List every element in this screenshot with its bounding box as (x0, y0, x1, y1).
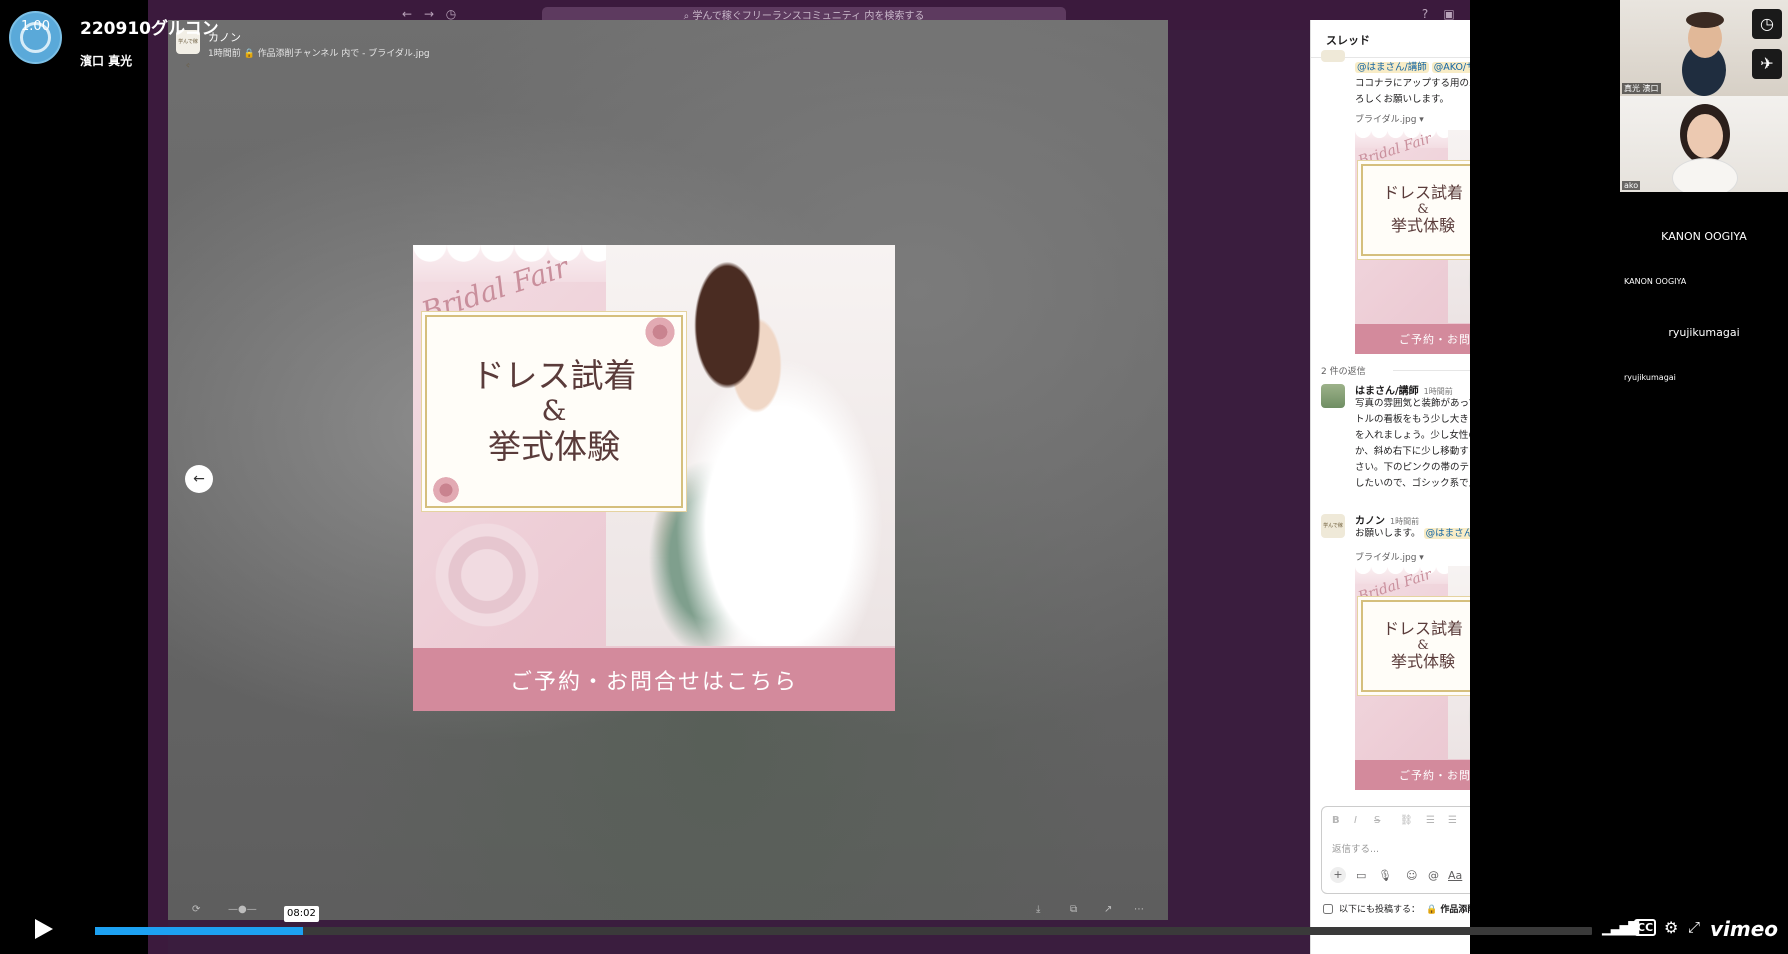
banner-line-3: 挙式体験 (1390, 216, 1455, 236)
link-icon[interactable]: ⛓ (1400, 815, 1413, 826)
banner-cta: ご予約・お問合せはこちら (1355, 759, 1470, 790)
file-name[interactable]: ブライダル.jpg ▾ (1355, 550, 1424, 563)
teacher-avatar[interactable] (1321, 384, 1345, 408)
send-icon[interactable]: ✈ (1752, 49, 1782, 79)
channel-avatar[interactable]: 1.00 (9, 11, 62, 64)
player-controls: 08:02 ▁▃▅▇ CC ⚙ ⤢ vimeo (0, 906, 1788, 954)
banner-title-frame: ドレス試着 & 挙式体験 (425, 315, 683, 508)
participant-hair (1686, 12, 1724, 28)
divider-line (1393, 370, 1470, 371)
progress-fill (95, 927, 304, 935)
mention-chip[interactable]: @はまさん/講師 (1423, 528, 1470, 539)
replies-count: 2 件の返信 (1321, 367, 1366, 377)
cc-icon[interactable]: CC (1634, 919, 1657, 936)
banner-line-1: ドレス試着 (1382, 183, 1463, 203)
banner-line-3: 挙式体験 (488, 426, 620, 466)
participant-display-name: KANON OOGIYA (1661, 230, 1747, 243)
participant-name: ryujikumagai (1622, 373, 1678, 382)
play-icon[interactable] (30, 916, 56, 942)
banner-line-3: 挙式体験 (1390, 652, 1455, 672)
participant-name: ako (1622, 181, 1641, 190)
reply-composer: B I S ⛓ ☰ ☰ ▍ </> ▭ + ▭ 🎙 ☺ @ Aa ➤ (1321, 806, 1470, 894)
user-avatar-icon[interactable]: ▣ (1442, 7, 1456, 21)
previous-image-button[interactable]: ← (185, 465, 213, 493)
rose-watermark (427, 515, 547, 635)
emoji-icon[interactable]: ☺ (1406, 869, 1417, 882)
bullet-list-icon[interactable]: ☰ (1448, 815, 1457, 826)
reply-input[interactable] (1332, 841, 1470, 857)
microphone-icon[interactable]: 🎙 (1378, 869, 1392, 882)
progress-bar[interactable] (95, 927, 1592, 935)
first-message-mentions: @はまさん/講師 @AKO/サポーター (1355, 60, 1470, 76)
vimeo-logo[interactable]: vimeo (1710, 917, 1778, 941)
replies-divider: 2 件の返信 (1321, 364, 1470, 377)
reply-time[interactable]: 1時間前 (1424, 387, 1453, 396)
video-title-area: 1.00 220910グルコン 濱口 真光 (0, 0, 260, 76)
participant-name: KANON OOGIYA (1622, 277, 1689, 286)
history-icon[interactable]: ◷ (444, 7, 458, 21)
sender-avatar (1321, 50, 1345, 62)
viewer-header: 学んで稼ぐ カノン 1時間前 🔒 作品添削チャンネル 内で - ブライダル.jp… (168, 20, 1168, 69)
reply-text: お願いします。 @はまさん/講師 (1355, 526, 1470, 542)
video-camera-icon[interactable]: ▭ (1356, 869, 1366, 882)
banner-cta: ご予約・お問合せはこちら (413, 648, 895, 711)
corner-rose (643, 315, 677, 349)
back-arrow-icon[interactable]: ← (400, 7, 414, 21)
thread-title: スレッド (1326, 34, 1370, 47)
banner-line-2: & (1417, 201, 1429, 217)
banner-line-2: & (541, 394, 567, 428)
reply-author[interactable]: はまさん/講師 1時間前 (1355, 382, 1453, 397)
banner-line-2: & (1417, 637, 1429, 653)
participant-face (1687, 114, 1723, 158)
reply-text: 写真の雰囲気と装飾があってていい感じですね。タイトルの看板をもう少し大きくしてタ… (1355, 398, 1470, 489)
italic-icon[interactable]: I (1354, 815, 1357, 826)
participant-name: 真光 濱口 (1622, 83, 1661, 94)
help-icon[interactable]: ? (1418, 7, 1432, 21)
file-name[interactable]: ブライダル.jpg ▾ (1355, 112, 1424, 125)
clock-icon[interactable]: ◷ (1752, 9, 1782, 39)
banner-line-1: ドレス試着 (1382, 619, 1463, 639)
bold-icon[interactable]: B (1332, 815, 1340, 826)
bridal-banner-thumb[interactable]: Bridal Fair ドレス試着 & 挙式体験 ご予約・お問合せはこちら (1355, 566, 1470, 790)
settings-icon[interactable]: ⚙ (1664, 918, 1678, 937)
mention-chip[interactable]: @AKO/サポーター (1431, 62, 1470, 73)
forward-arrow-icon[interactable]: → (422, 7, 436, 21)
video-title[interactable]: 220910グルコン (80, 14, 219, 39)
plus-icon[interactable]: + (1330, 867, 1346, 883)
first-message-text: ココナラにアップする用のバナーを制作しました。よろしくお願いします。 (1355, 78, 1470, 105)
reply-author[interactable]: カノン 1時間前 (1355, 512, 1419, 527)
participant-tile: ako (1620, 96, 1788, 192)
vimeo-player: ← → ◷ ⌕ 学んで稼ぐフリーランスコミュニティ 内を検索する ? ▣ 学んで… (0, 0, 1788, 954)
thread-panel: スレッド × @はまさん/講師 @AKO/サポーター ココナラにアップする用のバ… (1310, 20, 1470, 954)
mention-icon[interactable]: @ (1428, 869, 1439, 882)
image-viewer: 学んで稼ぐ カノン 1時間前 🔒 作品添削チャンネル 内で - ブライダル.jp… (168, 20, 1168, 920)
banner-cta: ご予約・お問合せはこちら (1355, 323, 1470, 354)
participant-tile: KANON OOGIYA KANON OOGIYA (1620, 192, 1788, 288)
banner-title-frame: ドレス試着 & 挙式体験 (1361, 164, 1470, 256)
banner-line-1: ドレス試着 (471, 356, 637, 396)
current-time: 08:02 (284, 906, 319, 922)
reply-body: お願いします。 (1355, 528, 1421, 539)
screen-share: ← → ◷ ⌕ 学んで稼ぐフリーランスコミュニティ 内を検索する ? ▣ 学んで… (148, 0, 1470, 954)
volume-icon[interactable]: ▁▃▅▇ (1602, 920, 1639, 936)
corner-rose (431, 475, 461, 505)
participant-tile: ryujikumagai ryujikumagai (1620, 288, 1788, 384)
bridal-banner-thumb[interactable]: Bridal Fair ドレス試着 & 挙式体験 ご予約・お問合せはこちら (1355, 130, 1470, 354)
formatting-icon[interactable]: Aa (1448, 869, 1462, 882)
ordered-list-icon[interactable]: ☰ (1426, 815, 1435, 826)
strikethrough-icon[interactable]: S (1374, 815, 1380, 826)
reply-time[interactable]: 1時間前 (1390, 517, 1419, 526)
video-owner[interactable]: 濱口 真光 (80, 52, 132, 69)
participant-display-name: ryujikumagai (1668, 326, 1740, 339)
bridal-banner-large: Bridal Fair ドレス試着 & 挙式体験 ご予約・お問合せはこちら (413, 245, 895, 711)
slack-sidebar (148, 30, 168, 954)
participant-body (1672, 158, 1738, 192)
banner-title-frame: ドレス試着 & 挙式体験 (1361, 600, 1470, 692)
fullscreen-icon[interactable]: ⤢ (1688, 918, 1700, 936)
mention-chip[interactable]: @はまさん/講師 (1355, 62, 1429, 73)
speed-badge: 1.00 (21, 19, 50, 34)
sender-avatar[interactable]: 学んで稼ぐ (1321, 514, 1345, 538)
